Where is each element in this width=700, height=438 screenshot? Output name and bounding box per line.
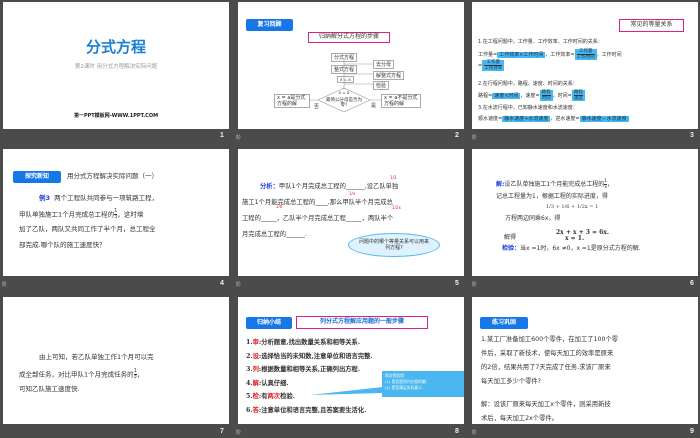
- text: ，这时增: [117, 210, 144, 219]
- slide-heading: 用分式方程解决实际问题（一）: [67, 172, 158, 180]
- callout-pointer: [310, 387, 383, 395]
- flow-yes: 是: [371, 103, 377, 109]
- answer-highlight: 速度×时间: [492, 93, 521, 99]
- flowchart-lines: [310, 60, 382, 113]
- text: 路程=: [478, 93, 493, 99]
- text: ，速度=: [520, 93, 540, 99]
- text-line: 月完成总工程的______.: [242, 231, 307, 238]
- answer-highlight: 静水速度－水流速度: [579, 116, 629, 122]
- text-line: 部完成.哪个队的施工速度快？: [19, 241, 106, 249]
- text: 甲队1个月完成总工程的______,设乙队单独: [278, 183, 399, 190]
- text: 成全部任务，对比甲队1个月完成任务的: [19, 370, 134, 379]
- equation: 1/3 + 1/6 + 1/2x = 1: [546, 204, 599, 210]
- answer-fraction: 路程 时间: [539, 90, 553, 101]
- answer: 1/2x: [392, 205, 401, 210]
- slide-number: 7: [220, 428, 224, 435]
- flow-no: 否: [314, 104, 320, 110]
- text-line: 3.在水流行程中，已知静水速度和水流速度：: [478, 105, 578, 111]
- example-label: 例3: [39, 194, 51, 202]
- answer: 1/6: [276, 204, 283, 209]
- flow-box: x = a是分式方程的解: [274, 94, 310, 108]
- slide-thumbnail-7[interactable]: 由上可知，若乙队单独工作1个月可以完 成全部任务，对比甲队1个月完成任务的 1 3，…: [3, 297, 229, 424]
- text-line: 每天加工多少个零件?: [481, 378, 542, 385]
- slide-number: 2: [455, 132, 459, 139]
- analysis-label: 分析：: [260, 183, 279, 190]
- text: 设乙队单独施工1个月能完成总工程的: [504, 181, 605, 188]
- answer-highlight: 静水速度+水流速度: [502, 116, 551, 122]
- slide-title: 分式方程: [85, 38, 146, 56]
- answer-highlight: 工作效率×工作时间: [497, 52, 546, 58]
- text: 顺水速度=: [478, 116, 503, 122]
- text: ，工作效率=: [545, 52, 575, 58]
- text-line: 件后，采取了新技术，使每天加工的效率是原来: [481, 350, 614, 357]
- slide-thumbnail-6[interactable]: 解:设乙队单独施工1个月能完成总工程的 1 x， 记总工程量为1，根据工程的实际进度…: [472, 149, 698, 276]
- text: 当x =1时，6x ≠0，x =1是原分式方程的解.: [520, 245, 641, 252]
- level-label: 阶: [2, 282, 8, 288]
- text-line: 可知乙队施工速度快.: [19, 385, 80, 393]
- answer: 1/x: [349, 191, 356, 196]
- answer: 1/3: [390, 175, 397, 180]
- level-label: 阶: [236, 282, 242, 288]
- text-line: 1.在工程问题中，工作量、工作效率、工作时间的关系：: [478, 39, 603, 45]
- level-label: 阶: [472, 430, 478, 436]
- text-line: 加了乙队，两队又共同工作了半个月，总工程全: [19, 225, 156, 233]
- equation: x = 1.: [565, 235, 585, 242]
- flow-box: x = a不是分式方程的解: [381, 94, 421, 108]
- check-label: 检验：: [502, 245, 521, 252]
- text: ，工作时间: [596, 52, 622, 58]
- slide-number: 5: [455, 280, 459, 287]
- level-label: 阶: [236, 430, 242, 436]
- slide-number: 4: [220, 280, 224, 287]
- text-line: 记总工程量为1，根据工程的实际进度，得: [496, 193, 608, 200]
- slide-thumbnail-5[interactable]: 分析：甲队1个月完成总工程的______,设乙队单独 施工1个月能完成总工程的_…: [238, 149, 464, 276]
- slide-thumbnail-8[interactable]: 归纳小结 列分式方程解应用题的一般步骤 1.审:分析题意,找出数量关系和相等关系…: [238, 297, 464, 424]
- text-line: 由上可知，若乙队单独工作1个月可以完: [39, 353, 154, 361]
- level-label: 阶: [472, 282, 478, 288]
- section-badge: 探究新知: [13, 171, 61, 183]
- slide-thumbnail-4[interactable]: 探究新知 用分式方程解决实际问题（一） 例3 两个工程队共同参与一项筑路工程， …: [3, 149, 229, 276]
- text: 工作量=: [478, 52, 498, 58]
- answer-fraction: 路程 速度: [571, 90, 585, 101]
- text: 两个工程队共同参与一项筑路工程，: [54, 194, 159, 202]
- level-label: 阶: [472, 135, 478, 141]
- slide-footer: 第一PPT模板网-WWW.1PPT.COM: [73, 113, 159, 119]
- thought-cloud: 问题中的哪个等量关系可以用来列方程?: [348, 233, 440, 257]
- slide-heading: 常见的等量关系: [619, 19, 684, 32]
- diamond-question: 最简公分母是否为零?: [326, 98, 362, 108]
- text: 甲队单独施工1个月完成总工程的: [19, 210, 115, 219]
- answer-fraction: 工作量 工作效率: [482, 60, 505, 71]
- text-line: 方程两边同乘6x，得: [505, 215, 561, 222]
- slide-number: 1: [220, 132, 224, 139]
- section-badge: 练习巩固: [480, 317, 528, 329]
- callout-box: 两次检验是: (1) 是否是所列方程的解; (2) 是否满足实际意义.: [382, 371, 464, 397]
- slide-number: 6: [690, 280, 694, 287]
- text: ，时间=: [552, 93, 572, 99]
- level-label: 阶: [236, 135, 242, 141]
- slide-thumbnail-1[interactable]: 分式方程 第2课时 用分式方程解决实际问题 第一PPT模板网-WWW.1PPT.…: [3, 2, 229, 129]
- slide-thumbnail-9[interactable]: 练习巩固 1.某工厂准备加工600个零件，在加工了100个零 件后，采取了新技术…: [472, 297, 698, 424]
- text: ，逆水速度=: [550, 116, 580, 122]
- slide-number: 9: [690, 428, 694, 435]
- slide-subtitle: 第2课时 用分式方程解决实际问题: [74, 64, 158, 70]
- text-line: 解：设该厂原来每天加工x个零件，则采用新技: [481, 401, 611, 408]
- text-line: 2.在行程问题中，路程、速度、时间的关系：: [478, 81, 578, 87]
- slide-thumbnail-3[interactable]: 常见的等量关系 1.在工程问题中，工作量、工作效率、工作时间的关系： 工作量= 工…: [472, 2, 698, 129]
- text-line: 解得: [504, 234, 517, 241]
- text-line: 1.某工厂准备加工600个零件，在加工了100个零: [481, 336, 619, 343]
- text-line: 施工1个月能完成总工程的____,那么甲队半个月完成总: [242, 199, 393, 206]
- text-line: 的2倍，结果共用了7天完成了任务.求该厂原来: [481, 364, 611, 371]
- text-line: 术后，每天加工2x个零件。: [481, 415, 558, 422]
- slide-number: 8: [455, 428, 459, 435]
- diamond-label: x = a: [338, 90, 350, 95]
- text-line: 工程的_____，乙队半个月完成总工程_____，两队半个: [242, 215, 394, 222]
- slide-number: 3: [690, 132, 694, 139]
- answer-fraction: 工作量 工作时间: [574, 49, 597, 60]
- slide-thumbnail-2[interactable]: 复习回顾 归纳解分式方程的步骤 分式方程 去分母 整式方程 解整式方程 x = …: [238, 2, 464, 129]
